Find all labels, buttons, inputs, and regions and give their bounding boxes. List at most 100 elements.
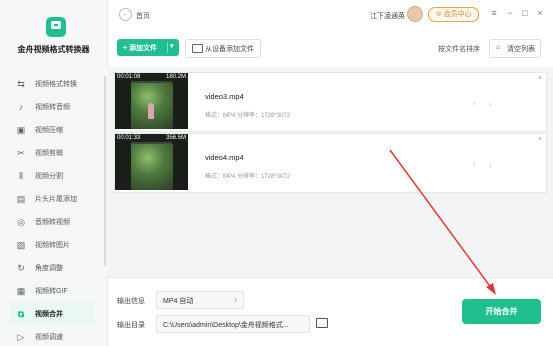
gif-icon: ▦: [16, 285, 26, 296]
file-name: video3.mp4: [205, 92, 244, 101]
video-thumbnail: 00:01:33 356.5M: [115, 134, 188, 190]
breadcrumb[interactable]: 首页: [136, 11, 150, 21]
thumbnail-person: [148, 103, 154, 119]
remove-file-icon[interactable]: ×: [538, 75, 542, 82]
list-item[interactable]: 00:01:33 356.5M video4.mp4 格式：MP4 分辨率：172…: [114, 133, 547, 193]
sidebar-item-label: 角度调整: [35, 264, 63, 272]
film-icon: ▤: [16, 193, 26, 204]
output-dir-field[interactable]: C:\Users\admin\Desktop\金舟视频格式...: [156, 315, 310, 333]
sort-by-name-button[interactable]: 按文件名排序: [438, 44, 480, 54]
chevron-right-icon: ›: [234, 295, 237, 304]
move-up-icon[interactable]: ↑: [472, 160, 476, 169]
sidebar-item-label: 视频转图片: [35, 241, 70, 249]
sidebar-item-intro-outro[interactable]: ▤ 片头片尾添加: [10, 187, 100, 210]
sidebar-item-format-convert[interactable]: ⇆ 视频格式转换: [10, 72, 100, 95]
sidebar-item-merge[interactable]: ⧉ 视频合并: [10, 302, 94, 325]
duration: 00:01:33: [117, 135, 141, 141]
annotation-arrow-head: [486, 283, 496, 295]
file-name: video4.mp4: [205, 153, 244, 162]
thumbnail-border: [172, 142, 188, 190]
menu-icon[interactable]: ≡: [489, 8, 499, 18]
crown-icon: ♔: [435, 11, 444, 18]
sidebar-item-label: 视频分割: [35, 172, 63, 180]
app-title: 金舟视频格式转换器: [17, 45, 90, 54]
back-arrow-icon[interactable]: ←: [119, 8, 132, 21]
thumbnail-overlay: 00:01:33 356.5M: [115, 134, 188, 142]
vip-center-button[interactable]: ♔ 会员中心: [428, 7, 479, 22]
split-icon: ⫴: [19, 170, 23, 181]
sidebar-item-label: 片头片尾添加: [35, 195, 77, 203]
sidebar-item-speed[interactable]: ▷ 视频调速: [10, 325, 100, 348]
sidebar-item-split[interactable]: ⫴ 视频分割: [10, 164, 100, 187]
output-dir-value: C:\Users\admin\Desktop\金舟视频格式...: [163, 322, 289, 329]
clear-list-button[interactable]: ⌂ 清空列表: [489, 39, 541, 58]
reorder-controls: ↑ ↓: [472, 160, 504, 169]
sidebar-nav: ⇆ 视频格式转换 ♪ 视频转音频 ▣ 视频压缩 ✂ 视频剪辑 ⫴ 视频分割 ▤ 片头片尾添加…: [0, 72, 100, 348]
move-down-icon[interactable]: ↓: [488, 160, 492, 169]
list-item[interactable]: 00:01:08 180.2M video3.mp4 格式：MP4 分辨率：172…: [114, 72, 547, 132]
clear-list-label: 清空列表: [507, 46, 535, 53]
divider: [167, 42, 168, 53]
sidebar-item-edit[interactable]: ✂ 视频剪辑: [10, 141, 100, 164]
sidebar-item-label: 视频合并: [35, 310, 63, 318]
rotate-icon: ↻: [17, 262, 25, 273]
file-meta: 格式：MP4 分辨率：1728*3072: [205, 113, 291, 119]
compress-icon: ▣: [16, 124, 26, 135]
audio-wave-icon: ♪: [18, 101, 24, 112]
output-format-label: 输出信息: [117, 298, 145, 305]
sidebar-item-rotate[interactable]: ↻ 角度调整: [10, 256, 100, 279]
reorder-controls: ↑ ↓: [472, 99, 504, 108]
move-up-icon[interactable]: ↑: [472, 99, 476, 108]
thumbnail-border: [115, 142, 131, 190]
minimize-icon[interactable]: −: [505, 8, 515, 18]
device-icon: [192, 44, 203, 53]
add-from-device-label: 从设备添加文件: [205, 46, 254, 53]
sidebar-item-video-to-image[interactable]: ▨ 视频转图片: [10, 233, 100, 256]
sidebar-item-label: 视频转音频: [35, 103, 70, 111]
output-format-value: MP4 自动: [163, 298, 194, 305]
close-icon[interactable]: ×: [535, 8, 545, 18]
add-file-button[interactable]: + 添加文件 ▾: [117, 39, 179, 56]
avatar[interactable]: [407, 6, 423, 22]
remove-file-icon[interactable]: ×: [538, 136, 542, 143]
merge-icon: ⧉: [17, 308, 25, 319]
add-file-label: + 添加文件: [123, 45, 158, 52]
add-from-device-button[interactable]: 从设备添加文件: [185, 39, 261, 58]
sidebar-scrollbar[interactable]: [104, 76, 106, 266]
sidebar-item-label: 视频格式转换: [35, 80, 77, 88]
sidebar-item-label: 音频转视频: [35, 218, 70, 226]
app-logo-icon: [46, 17, 66, 37]
duration: 00:01:08: [117, 74, 141, 80]
sidebar-item-label: 视频压缩: [35, 126, 63, 134]
sidebar-item-audio-to-video[interactable]: ◎ 音频转视频: [10, 210, 100, 233]
trash-icon: ⌂: [496, 44, 501, 51]
image-icon: ▨: [16, 239, 26, 250]
output-dir-label: 输出目录: [117, 322, 145, 329]
cut-icon: ✂: [17, 147, 25, 158]
sidebar-item-label: 视频转GIF: [35, 287, 68, 295]
divider: [107, 277, 553, 278]
thumbnail-border: [115, 81, 131, 129]
format-icon: ⇆: [17, 78, 25, 89]
move-down-icon[interactable]: ↓: [488, 99, 492, 108]
sidebar: 金舟视频格式转换器 ⇆ 视频格式转换 ♪ 视频转音频 ▣ 视频压缩 ✂ 视频剪辑 ⫴ 视频…: [0, 0, 108, 346]
video-thumbnail: 00:01:08 180.2M: [115, 73, 188, 129]
chevron-down-icon[interactable]: ▾: [170, 42, 174, 50]
username[interactable]: 江下凌通英: [370, 11, 405, 21]
file-size: 356.5M: [165, 135, 186, 141]
sidebar-item-label: 视频调速: [35, 333, 63, 341]
speed-icon: ▷: [17, 331, 25, 342]
vip-label: 会员中心: [443, 11, 472, 18]
sidebar-item-compress[interactable]: ▣ 视频压缩: [10, 118, 100, 141]
top-bar: ← 首页 江下凌通英 ♔ 会员中心 ≡ − □ ×: [107, 0, 553, 30]
output-format-select[interactable]: MP4 自动 ›: [156, 291, 244, 309]
sidebar-item-video-to-audio[interactable]: ♪ 视频转音频: [10, 95, 100, 118]
file-size: 180.2M: [165, 74, 186, 80]
folder-icon[interactable]: [316, 318, 328, 328]
start-merge-button[interactable]: 开始合并: [462, 299, 541, 324]
maximize-icon[interactable]: □: [520, 8, 530, 18]
file-meta: 格式：MP4 分辨率：1728*3072: [205, 174, 291, 180]
sidebar-item-label: 视频剪辑: [35, 149, 63, 157]
sidebar-item-video-to-gif[interactable]: ▦ 视频转GIF: [10, 279, 100, 302]
thumbnail-border: [172, 81, 188, 129]
